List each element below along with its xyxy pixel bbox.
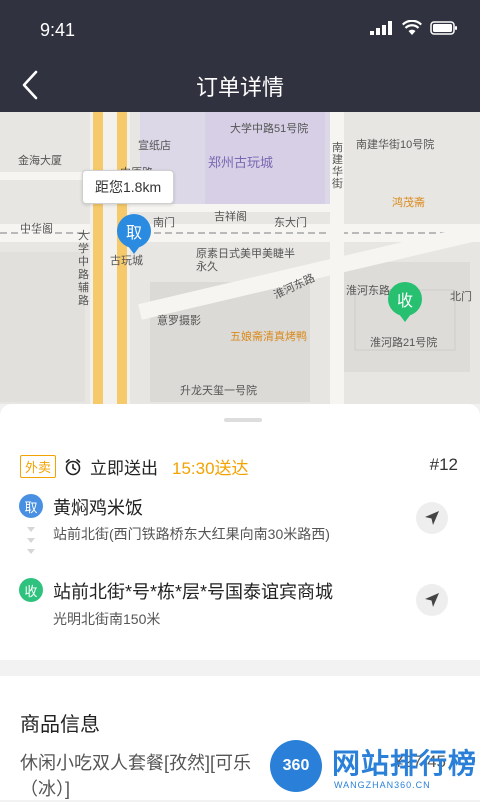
pickup-pin-tail	[128, 246, 140, 254]
dropoff-badge: 收	[19, 578, 43, 602]
map-label: 东大门	[274, 217, 307, 229]
nav-bar: 订单详情	[0, 58, 480, 112]
goods-item-name: 休闲小吃双人套餐[孜然][可乐（冰）]	[20, 753, 252, 799]
delivery-time: 15:30送达	[172, 459, 249, 478]
route-connector	[26, 524, 36, 568]
watermark-text: 网站排行榜	[332, 748, 478, 779]
pickup-badge: 取	[19, 494, 43, 518]
map-label: 北门	[450, 291, 472, 303]
order-sheet: 外卖 立即送出 15:30送达 #12 取 黄焖鸡米饭 站前北街(西门铁路桥东大…	[0, 404, 480, 660]
map-label: 意罗摄影	[157, 315, 201, 327]
watermark-badge: 360	[270, 740, 322, 792]
battery-icon	[430, 20, 457, 35]
order-meta-row: 外卖 立即送出 15:30送达	[20, 454, 249, 479]
signal-icon	[370, 20, 392, 35]
map-label: 原素日式美甲美睫半永久	[196, 248, 295, 273]
navigation-arrow-icon	[425, 511, 439, 525]
pickup-name: 黄焖鸡米饭	[53, 498, 143, 518]
pickup-navigate-button[interactable]	[416, 502, 448, 534]
map-label: 吉祥阁	[214, 211, 247, 223]
pickup-map-pin[interactable]: 取	[117, 214, 151, 248]
immediate-delivery-label: 立即送出	[90, 459, 159, 478]
watermark-logo: 360 网站排行榜 WANGZHAN360.CN	[268, 734, 480, 800]
map-label: 金海大厦	[18, 155, 62, 167]
order-number: #12	[429, 455, 458, 474]
dropoff-address: 光明北街南150米	[53, 611, 161, 627]
map-label: 大学中路辅路	[78, 230, 89, 307]
map-label: 升龙天玺一号院	[180, 385, 257, 397]
wifi-icon	[402, 20, 422, 35]
map-label: 五娘斋清真烤鸭	[230, 331, 307, 343]
alarm-clock-icon	[65, 458, 81, 475]
map-label: 宣纸店	[138, 140, 171, 152]
map-label: 南建华街10号院	[356, 139, 435, 151]
map-view[interactable]: 大学中路51号院 宣纸店 郑州古玩城 南建华街10号院 金海大厦 中原路 南建华…	[0, 112, 480, 404]
status-bar: 9:41	[0, 0, 480, 58]
map-label: 淮河路21号院	[370, 337, 438, 349]
dropoff-pin-tail	[399, 314, 411, 322]
delivery-type-badge: 外卖	[20, 455, 57, 478]
watermark-url: WANGZHAN360.CN	[334, 780, 431, 790]
goods-title: 商品信息	[20, 714, 100, 736]
pickup-address: 站前北街(西门铁路桥东大红果向南30米路西)	[53, 526, 330, 542]
map-label: 鸿茂斋	[392, 197, 425, 209]
dropoff-navigate-button[interactable]	[416, 584, 448, 616]
status-time: 9:41	[40, 20, 76, 40]
map-label: 中华阁	[20, 223, 53, 235]
map-label: 南门	[153, 217, 175, 229]
page-title: 订单详情	[195, 75, 284, 100]
status-icons	[370, 20, 458, 35]
map-label: 大学中路51号院	[230, 123, 309, 135]
map-label: 古玩城	[110, 255, 143, 267]
dropoff-map-pin[interactable]: 收	[388, 282, 422, 316]
dropoff-name: 站前北街*号*栋*层*号国泰谊宾商城	[53, 582, 334, 602]
header: 9:41 订单详情	[0, 0, 480, 112]
drag-handle[interactable]	[224, 418, 262, 422]
navigation-arrow-icon	[425, 593, 439, 607]
distance-tooltip: 距您1.8km	[82, 170, 175, 204]
map-label: 郑州古玩城	[208, 155, 274, 170]
map-label: 南建华街	[332, 142, 343, 190]
